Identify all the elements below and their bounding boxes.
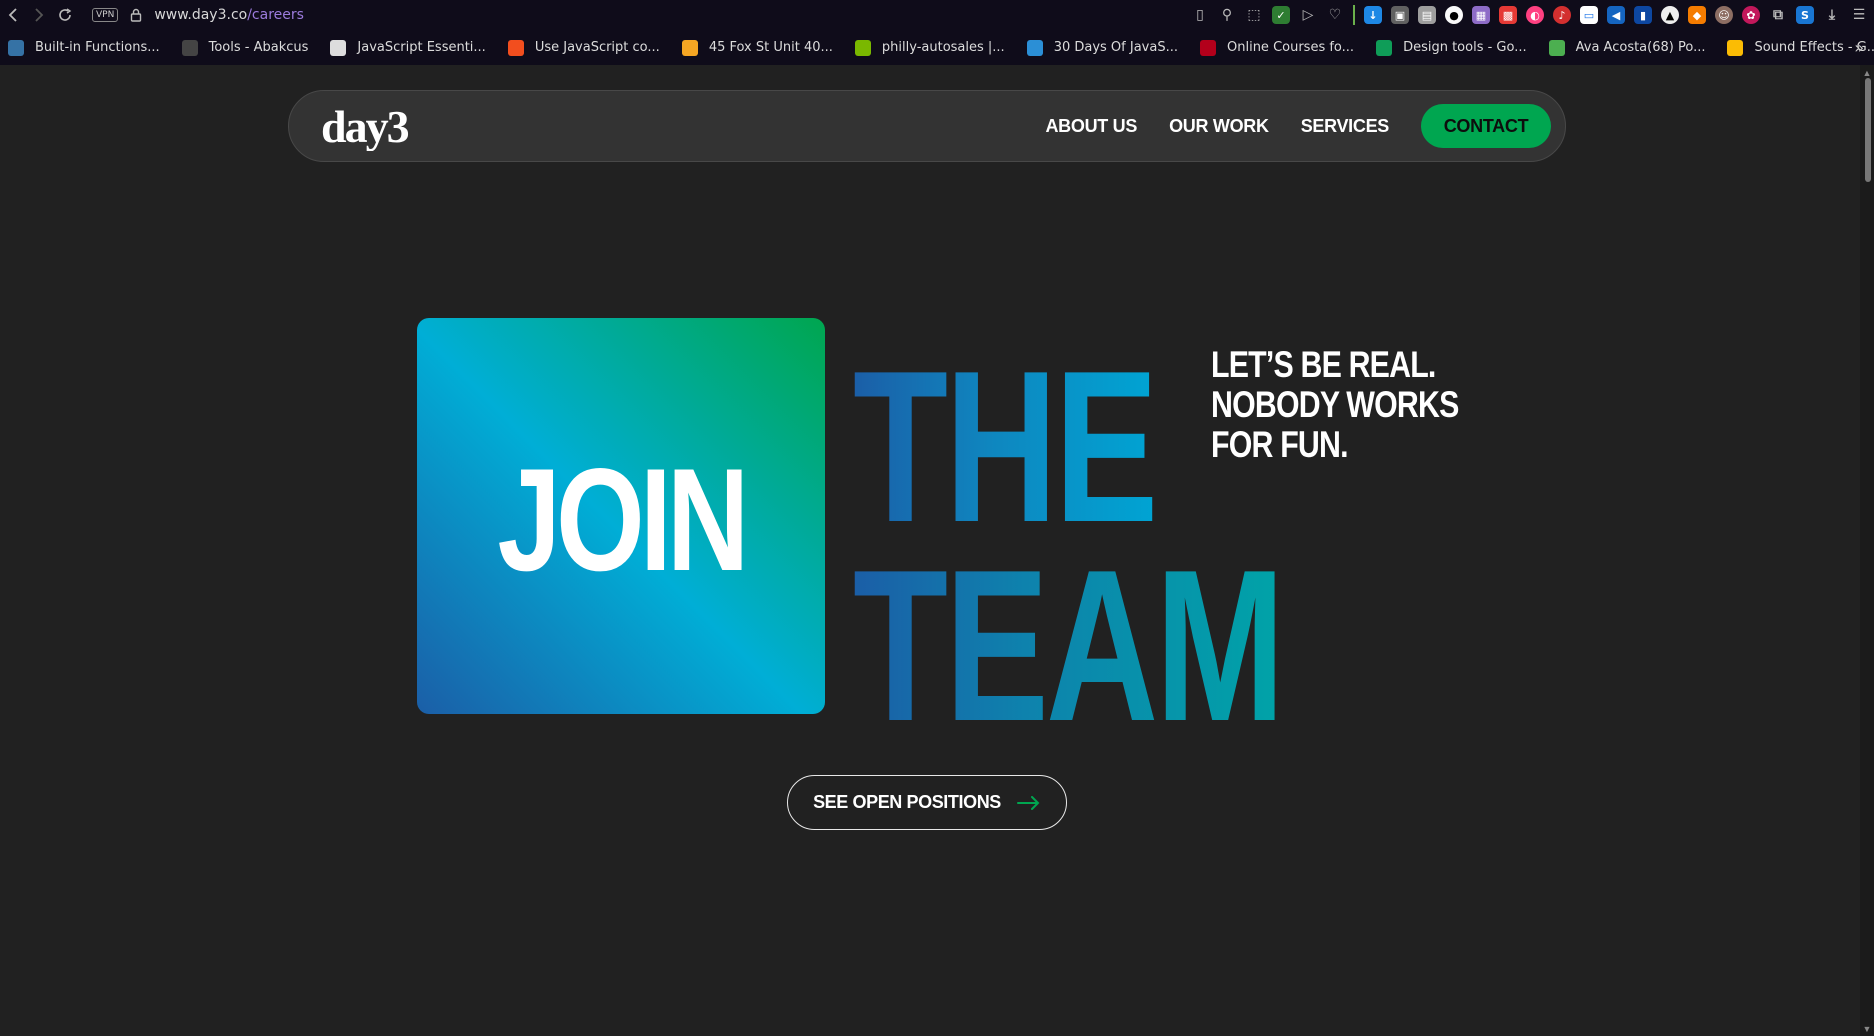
tagline-line-1: LET’S BE REAL.: [1211, 344, 1436, 385]
shield-icon[interactable]: ✓: [1272, 6, 1290, 24]
svg-text:day3: day3: [321, 101, 409, 151]
grid-extension-icon[interactable]: ▩: [1499, 6, 1517, 24]
address-bar[interactable]: www.day3.co/careers: [154, 7, 304, 23]
scroll-up-arrow[interactable]: ▲: [1862, 68, 1872, 78]
toolbar-divider: [1353, 5, 1355, 25]
download-extension-icon[interactable]: ↓: [1364, 6, 1382, 24]
bookmark-label: Built-in Functions...: [35, 40, 160, 55]
n-extension-icon[interactable]: ▮: [1634, 6, 1652, 24]
bookmark-favicon-icon: [1548, 39, 1565, 56]
bookmark-label: Online Courses fo...: [1227, 40, 1355, 55]
bookmark-item[interactable]: Ava Acosta(68) Po...: [1548, 39, 1706, 56]
fox-extension-icon[interactable]: ◆: [1688, 6, 1706, 24]
fq-extension-icon[interactable]: ▭: [1580, 6, 1598, 24]
url-path: /careers: [247, 7, 304, 23]
bookmark-label: 45 Fox St Unit 40...: [708, 40, 833, 55]
a-extension-icon[interactable]: ▲: [1661, 6, 1679, 24]
tagline-line-3: FOR FUN.: [1211, 424, 1349, 465]
bookmark-label: Use JavaScript co...: [534, 40, 660, 55]
back-button[interactable]: [0, 0, 26, 30]
tagline-line-2: NOBODY WORKS: [1211, 384, 1459, 425]
bookmarks-bar: Built-in Functions... Tools - Abakcus Java…: [0, 30, 1874, 65]
chevron-left-icon: [8, 8, 17, 22]
bookmark-item[interactable]: Built-in Functions...: [8, 39, 160, 56]
url-host: www.day3.co: [154, 7, 248, 23]
lock-icon[interactable]: [130, 8, 144, 22]
bookmark-item[interactable]: Design tools - Go...: [1376, 39, 1527, 56]
color-extension-icon[interactable]: ◐: [1526, 6, 1544, 24]
bookmark-favicon-icon: [507, 39, 524, 56]
k-extension-icon[interactable]: ▤: [1418, 6, 1436, 24]
bookmark-item[interactable]: JavaScript Essenti...: [330, 39, 486, 56]
heart-icon[interactable]: ♡: [1326, 6, 1344, 24]
photo-extension-icon[interactable]: ▦: [1472, 6, 1490, 24]
day3-logo[interactable]: day3: [321, 101, 431, 156]
bookmark-label: philly-autosales |...: [881, 40, 1005, 55]
bookmark-favicon-icon: [854, 39, 871, 56]
nav-our-work[interactable]: OUR WORK: [1169, 116, 1269, 137]
bookmark-item[interactable]: Online Courses fo...: [1200, 39, 1355, 56]
scroll-thumb[interactable]: [1865, 78, 1871, 182]
hero-tagline: LET’S BE REAL. NOBODY WORKS FOR FUN.: [1211, 345, 1491, 465]
bookmark-favicon-icon: [681, 39, 698, 56]
arrow-right-icon: [1016, 795, 1041, 810]
bookmark-item[interactable]: Tools - Abakcus: [181, 39, 309, 56]
chevron-right-icon: [35, 8, 44, 22]
site-navbar: day3 ABOUT US OUR WORK SERVICES CONTACT: [288, 90, 1566, 162]
hero-join-word: JOIN: [497, 438, 749, 601]
bookmark-item[interactable]: philly-autosales |...: [854, 39, 1005, 56]
bookmark-favicon-icon: [330, 39, 347, 56]
pin-icon[interactable]: ⚲: [1218, 6, 1236, 24]
scroll-down-arrow[interactable]: ▼: [1862, 1024, 1872, 1034]
megaphone-extension-icon[interactable]: ◀: [1607, 6, 1625, 24]
nav-services[interactable]: SERVICES: [1301, 116, 1390, 137]
bookmark-item[interactable]: 45 Fox St Unit 40...: [681, 39, 833, 56]
screenshot-icon[interactable]: ⬚: [1245, 6, 1263, 24]
bookmarks-overflow-icon[interactable]: »: [1854, 30, 1864, 65]
circle-s-extension-icon[interactable]: ●: [1445, 6, 1463, 24]
see-open-positions-button[interactable]: SEE OPEN POSITIONS: [787, 775, 1067, 830]
bookmark-item[interactable]: 30 Days Of JavaS...: [1026, 39, 1178, 56]
menu-icon[interactable]: ☰: [1850, 6, 1868, 24]
music-extension-icon[interactable]: ♪: [1553, 6, 1571, 24]
face-extension-icon[interactable]: ☺: [1715, 6, 1733, 24]
bookmark-label: Tools - Abakcus: [208, 40, 309, 55]
page-scrollbar[interactable]: [1860, 65, 1874, 1036]
play-icon[interactable]: ▷: [1299, 6, 1317, 24]
nav-links: ABOUT US OUR WORK SERVICES CONTACT: [1045, 104, 1551, 148]
reload-button[interactable]: [52, 0, 78, 30]
forward-button[interactable]: [26, 0, 52, 30]
bookmark-favicon-icon: [1026, 39, 1043, 56]
bookmark-favicon-icon: [1727, 39, 1744, 56]
s-extension-icon[interactable]: ▣: [1391, 6, 1409, 24]
hero-team-word: TEAM: [853, 524, 1285, 766]
bookmark-favicon-icon: [8, 39, 24, 56]
extension-tray: ▯ ⚲ ⬚ ✓ ▷ ♡ ↓ ▣ ▤ ● ▦ ▩ ◐ ♪ ▭ ◀ ▮ ▲ ◆ ☺ …: [1191, 0, 1868, 30]
see-open-positions-label: SEE OPEN POSITIONS: [813, 792, 1001, 812]
reload-icon: [59, 8, 72, 21]
bookmark-label: 30 Days Of JavaS...: [1053, 40, 1178, 55]
bookmark-label: JavaScript Essenti...: [357, 40, 486, 55]
bookmark-item[interactable]: Sound Effects - G...: [1727, 39, 1874, 56]
vpn-badge[interactable]: VPN: [92, 8, 119, 22]
profile-s-icon[interactable]: S: [1796, 6, 1814, 24]
flower-extension-icon[interactable]: ✿: [1742, 6, 1760, 24]
puzzle-icon[interactable]: ⧉: [1769, 6, 1787, 24]
sidebar-icon[interactable]: ▯: [1191, 6, 1209, 24]
hero-the-word: THE: [853, 325, 1158, 567]
bookmark-item[interactable]: Use JavaScript co...: [507, 39, 660, 56]
download-icon[interactable]: ⤓: [1823, 6, 1841, 24]
bookmark-favicon-icon: [181, 39, 198, 56]
contact-button[interactable]: CONTACT: [1421, 104, 1551, 148]
join-gradient-box: JOIN: [417, 318, 825, 714]
bookmark-label: Ava Acosta(68) Po...: [1575, 40, 1706, 55]
nav-about-us[interactable]: ABOUT US: [1045, 116, 1137, 137]
bookmark-favicon-icon: [1376, 39, 1393, 56]
bookmark-label: Design tools - Go...: [1403, 40, 1527, 55]
bookmark-favicon-icon: [1200, 39, 1216, 56]
browser-toolbar: VPN www.day3.co/careers ▯ ⚲ ⬚ ✓ ▷ ♡ ↓ ▣ …: [0, 0, 1874, 30]
